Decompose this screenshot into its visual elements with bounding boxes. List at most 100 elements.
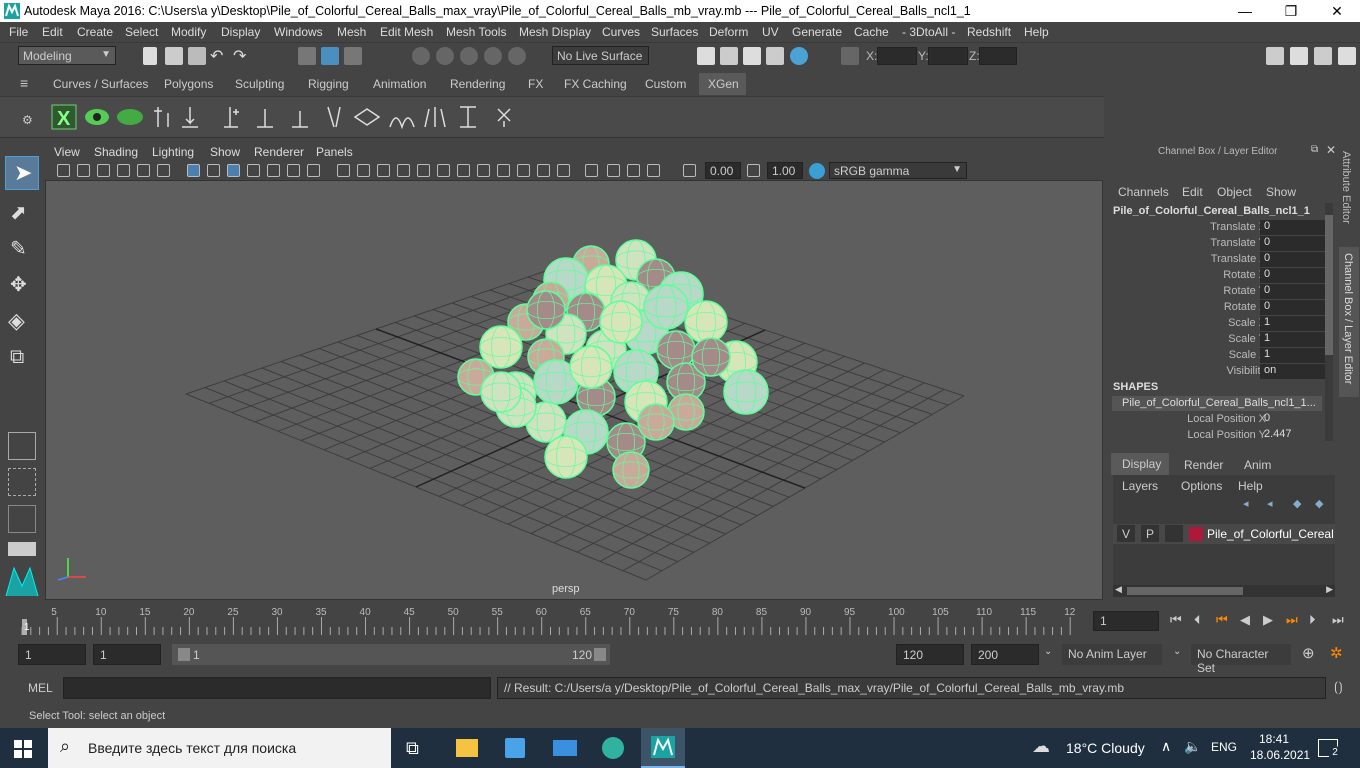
redo-icon[interactable]: ↷ xyxy=(233,46,246,66)
cb-shape-attribute-row[interactable]: Local Position X0 xyxy=(1108,412,1338,428)
safe-action-icon[interactable] xyxy=(437,164,450,177)
gamma-icon[interactable] xyxy=(747,164,760,177)
xgen-ptex-icon[interactable] xyxy=(460,106,476,128)
go-to-end-icon[interactable]: ⏭ xyxy=(1332,612,1344,628)
menu-cache[interactable]: Cache xyxy=(854,25,889,39)
shelf-tab-custom[interactable]: Custom xyxy=(645,77,686,91)
cb-attribute-value[interactable]: 0 xyxy=(1260,236,1330,251)
layer-tab-display[interactable]: Display xyxy=(1111,453,1169,475)
step-back-key-icon[interactable]: ⏴ xyxy=(1194,612,1201,628)
menu-surfaces[interactable]: Surfaces xyxy=(651,25,698,39)
render-frame-icon[interactable] xyxy=(720,47,738,65)
menu-generate[interactable]: Generate xyxy=(792,25,842,39)
scroll-left-icon[interactable]: ◀ xyxy=(1115,584,1122,595)
xgen-grooming-icon[interactable] xyxy=(424,107,446,128)
vp-menu-shading[interactable]: Shading xyxy=(94,145,138,159)
rotate-tool-icon[interactable]: ◈ xyxy=(8,308,25,334)
cb-attribute-row[interactable]: Rotate Z0 xyxy=(1108,300,1338,316)
menu-select[interactable]: Select xyxy=(125,25,158,39)
single-perspective-layout-icon[interactable] xyxy=(8,432,36,460)
play-forward-icon[interactable]: ▶ xyxy=(1263,612,1273,628)
transform-mode-icon[interactable] xyxy=(841,47,859,65)
play-backward-icon[interactable]: ◀ xyxy=(1240,612,1250,628)
minimize-button[interactable]: — xyxy=(1222,0,1268,22)
shelf-tab-rendering[interactable]: Rendering xyxy=(450,77,505,91)
animation-end-input[interactable]: 200 xyxy=(971,644,1039,665)
z-coord-input[interactable] xyxy=(979,47,1017,65)
file-explorer-icon[interactable] xyxy=(456,739,478,757)
move-layer-up-icon[interactable]: ◂ xyxy=(1243,497,1249,510)
layer-reference-toggle[interactable] xyxy=(1165,525,1183,542)
isolate-icon[interactable] xyxy=(337,164,350,177)
field-chart-icon[interactable] xyxy=(457,164,470,177)
grease-pencil-icon[interactable] xyxy=(497,164,510,177)
cb-attribute-row[interactable]: Translate X0 xyxy=(1108,220,1338,236)
anim-layer-dropdown[interactable]: No Anim Layer xyxy=(1062,644,1162,665)
ambient-occlusion-icon[interactable] xyxy=(307,164,320,177)
animation-prefs-icon[interactable]: ✲ xyxy=(1330,644,1343,662)
clock-date[interactable]: 18.06.2021 xyxy=(1250,748,1310,762)
task-view-icon[interactable]: ⧉ xyxy=(406,738,419,759)
layer-color-swatch[interactable] xyxy=(1189,527,1203,541)
cb-attribute-value[interactable]: 0 xyxy=(1260,300,1330,315)
xgen-lock-guide-icon[interactable] xyxy=(292,111,308,128)
mail-icon[interactable] xyxy=(553,740,577,756)
frame-all-icon[interactable] xyxy=(647,164,660,177)
go-to-start-icon[interactable]: ⏮ xyxy=(1170,612,1182,628)
edge-browser-icon[interactable] xyxy=(602,737,624,759)
range-handle-right[interactable] xyxy=(594,648,606,661)
cb-attribute-value[interactable]: 0 xyxy=(1260,252,1330,267)
mel-command-input[interactable] xyxy=(63,677,491,699)
cb-attribute-value[interactable]: 0 xyxy=(1260,220,1330,235)
layer-tab-anim[interactable]: Anim xyxy=(1244,458,1271,472)
xgen-leaf-icon[interactable] xyxy=(117,109,143,125)
outliner-layout-icon[interactable] xyxy=(8,505,36,533)
texture-display-icon[interactable] xyxy=(557,164,570,177)
next-key-icon[interactable]: ⏭ xyxy=(1286,612,1298,628)
cb-attribute-row[interactable]: Scale Y1 xyxy=(1108,332,1338,348)
shelf-tab-fx[interactable]: FX xyxy=(528,77,543,91)
lasso-tool-icon[interactable]: ⬈ xyxy=(10,200,27,225)
tool-settings-toggle-icon[interactable] xyxy=(1314,47,1332,65)
range-handle-left[interactable] xyxy=(178,648,190,661)
grid-toggle-icon[interactable] xyxy=(137,164,150,177)
cb-attribute-value[interactable]: 1 xyxy=(1260,332,1330,347)
move-tool-icon[interactable]: ✥ xyxy=(10,272,27,297)
color-space-dropdown[interactable]: sRGB gamma ▼ xyxy=(829,162,967,179)
weather-text[interactable]: 18°C Cloudy xyxy=(1066,740,1145,756)
hud-icon[interactable] xyxy=(517,164,530,177)
select-by-component-icon[interactable] xyxy=(344,47,362,65)
exposure-input[interactable]: 0.00 xyxy=(705,162,741,179)
camera-attr-icon[interactable] xyxy=(77,164,90,177)
channel-box-toggle-icon[interactable] xyxy=(1338,47,1356,65)
graph-layout-icon[interactable] xyxy=(8,542,36,556)
resolution-gate-icon[interactable] xyxy=(417,164,430,177)
perspective-viewport[interactable]: persp xyxy=(45,143,1103,600)
attribute-editor-tab[interactable]: Attribute Editor xyxy=(1340,151,1352,224)
attribute-editor-toggle-icon[interactable] xyxy=(1290,47,1308,65)
cb-attribute-row[interactable]: Translate Y0 xyxy=(1108,236,1338,252)
select-by-hierarchy-icon[interactable] xyxy=(298,47,316,65)
xgen-delete-guide-icon[interactable] xyxy=(497,108,511,127)
snap-point-icon[interactable] xyxy=(460,47,478,65)
gamma-input[interactable]: 1.00 xyxy=(767,162,803,179)
menu-uv[interactable]: UV xyxy=(762,25,779,39)
menu-create[interactable]: Create xyxy=(77,25,113,39)
close-panel-icon[interactable]: ✕ xyxy=(1326,143,1336,157)
playback-start-input[interactable]: 1 xyxy=(93,644,161,665)
maya-taskbar-button[interactable] xyxy=(641,728,685,768)
vp-menu-view[interactable]: View xyxy=(54,145,80,159)
snap-view-icon[interactable] xyxy=(484,47,502,65)
layer-playback-toggle[interactable]: P xyxy=(1141,525,1159,542)
character-set-dropdown[interactable]: No Character Set xyxy=(1191,644,1291,675)
xgen-paint-mask-icon[interactable] xyxy=(353,108,381,126)
vp-menu-renderer[interactable]: Renderer xyxy=(254,145,304,159)
shelf-tab-fx-caching[interactable]: FX Caching xyxy=(564,77,627,91)
cereal-balls-mesh[interactable] xyxy=(457,239,769,489)
color-management-icon[interactable] xyxy=(809,163,825,179)
shelf-tab-xgen[interactable]: XGen xyxy=(699,73,746,95)
paint-select-tool-icon[interactable]: ✎ xyxy=(10,236,27,261)
live-surface-field[interactable]: No Live Surface xyxy=(552,46,649,65)
menu-curves[interactable]: Curves xyxy=(602,25,640,39)
timeline-ruler[interactable]: 5 10 15 20 25 30 35 40 45 50 55 60 65 70 75 80 85 90 95 100… xyxy=(20,603,1086,635)
